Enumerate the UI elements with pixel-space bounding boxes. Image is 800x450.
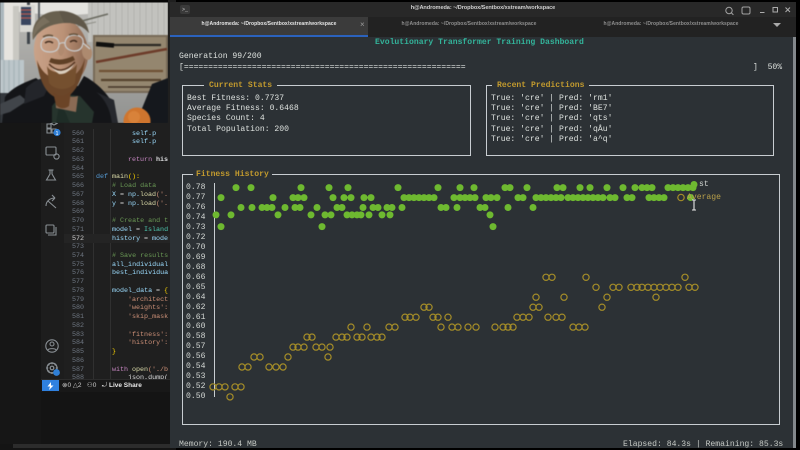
svg-text:1: 1 bbox=[56, 131, 59, 137]
